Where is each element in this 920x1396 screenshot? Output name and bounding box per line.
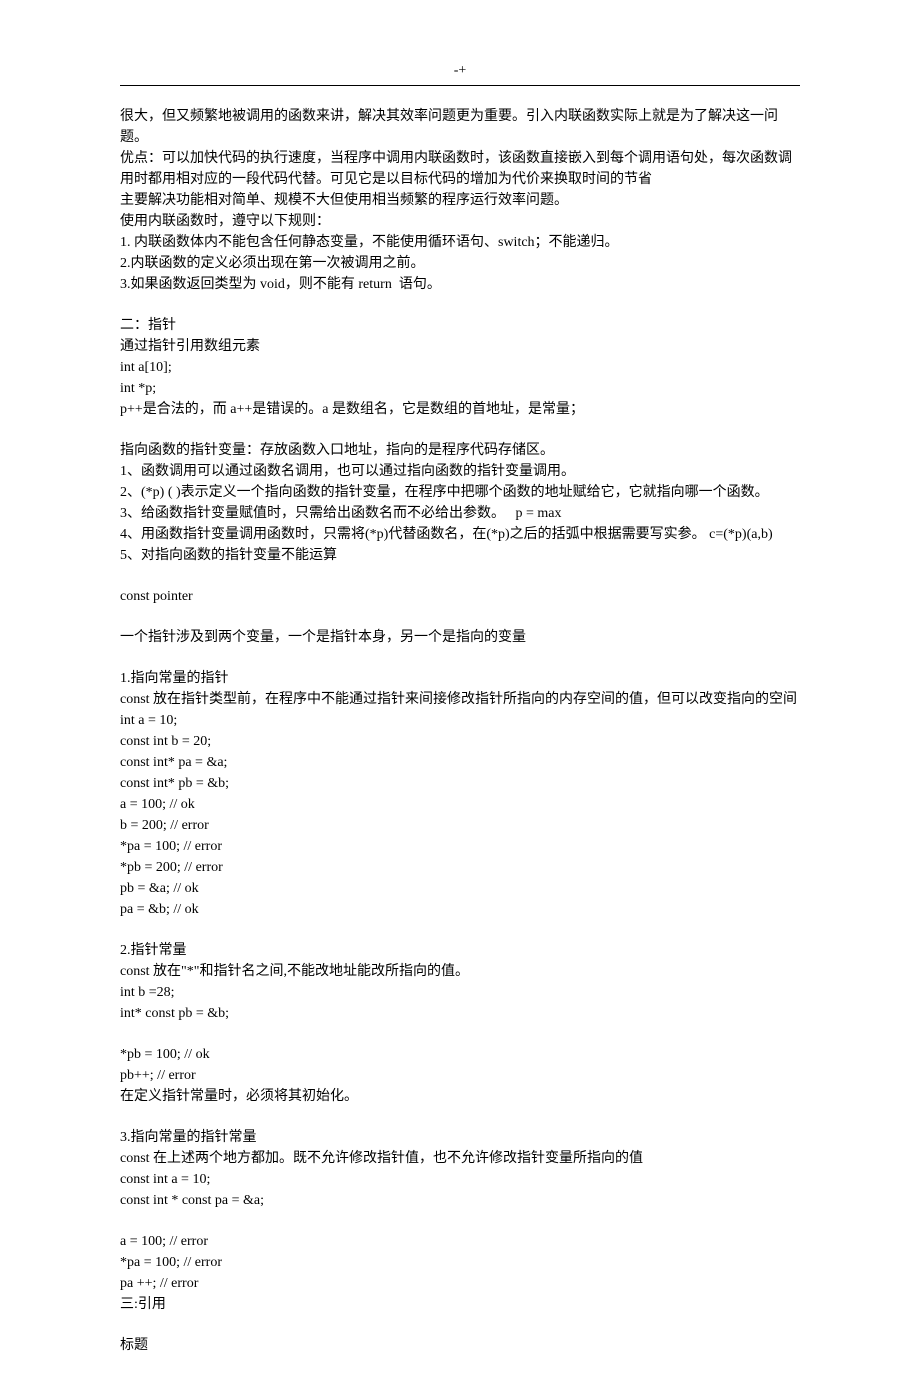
code-line: a = 100; // ok xyxy=(120,794,800,815)
subsection-heading: 3.指向常量的指针常量 xyxy=(120,1127,800,1148)
code-line: const int* pa = &a; xyxy=(120,752,800,773)
section-heading: const pointer xyxy=(120,586,800,607)
code-line: int a[10]; xyxy=(120,357,800,378)
code-line: *pa = 100; // error xyxy=(120,836,800,857)
section-heading: 二：指针 xyxy=(120,315,800,336)
code-line: const int* pb = &b; xyxy=(120,773,800,794)
body-text: const 放在指针类型前，在程序中不能通过指针来间接修改指针所指向的内存空间的… xyxy=(120,689,800,710)
subsection-heading: 2.指针常量 xyxy=(120,940,800,961)
code-line: pb = &a; // ok xyxy=(120,878,800,899)
list-item: 1、函数调用可以通过函数名调用，也可以通过指向函数的指针变量调用。 xyxy=(120,461,800,482)
footer-text: 标题 xyxy=(120,1335,800,1356)
document-page: -+ 很大，但又频繁地被调用的函数来讲，解决其效率问题更为重要。引入内联函数实际… xyxy=(0,0,920,1396)
list-item: 5、对指向函数的指针变量不能运算 xyxy=(120,545,800,566)
code-line: pa ++; // error xyxy=(120,1273,800,1294)
list-item: 3、给函数指针变量赋值时，只需给出函数名而不必给出参数。 p = max xyxy=(120,503,800,524)
list-item: 2、(*p) ( )表示定义一个指向函数的指针变量，在程序中把哪个函数的地址赋给… xyxy=(120,482,800,503)
subsection-heading: 1.指向常量的指针 xyxy=(120,668,800,689)
body-text: const 在上述两个地方都加。既不允许修改指针值，也不允许修改指针变量所指向的… xyxy=(120,1148,800,1169)
body-text: 通过指针引用数组元素 xyxy=(120,336,800,357)
code-line: int a = 10; xyxy=(120,710,800,731)
code-line: int* const pb = &b; xyxy=(120,1003,800,1024)
code-line: int b =28; xyxy=(120,982,800,1003)
list-item: 1. 内联函数体内不能包含任何静态变量，不能使用循环语句、switch；不能递归… xyxy=(120,232,800,253)
body-text: const 放在"*"和指针名之间,不能改地址能改所指向的值。 xyxy=(120,961,800,982)
body-text: 在定义指针常量时，必须将其初始化。 xyxy=(120,1086,800,1107)
body-text: p++是合法的，而 a++是错误的。a 是数组名，它是数组的首地址，是常量； xyxy=(120,399,800,420)
code-line: pa = &b; // ok xyxy=(120,899,800,920)
code-line: const int a = 10; xyxy=(120,1169,800,1190)
code-line: *pb = 100; // ok xyxy=(120,1044,800,1065)
body-text: 优点：可以加快代码的执行速度，当程序中调用内联函数时，该函数直接嵌入到每个调用语… xyxy=(120,148,800,190)
code-line: int *p; xyxy=(120,378,800,399)
body-text: 很大，但又频繁地被调用的函数来讲，解决其效率问题更为重要。引入内联函数实际上就是… xyxy=(120,106,800,148)
body-text: 主要解决功能相对简单、规模不大但使用相当频繁的程序运行效率问题。 xyxy=(120,190,800,211)
section-heading: 三:引用 xyxy=(120,1294,800,1315)
code-line: const int * const pa = &a; xyxy=(120,1190,800,1211)
list-item: 4、用函数指针变量调用函数时，只需将(*p)代替函数名，在(*p)之后的括弧中根… xyxy=(120,524,800,545)
code-line: a = 100; // error xyxy=(120,1231,800,1252)
code-line: const int b = 20; xyxy=(120,731,800,752)
body-text: 指向函数的指针变量：存放函数入口地址，指向的是程序代码存储区。 xyxy=(120,440,800,461)
code-line: *pa = 100; // error xyxy=(120,1252,800,1273)
code-line: b = 200; // error xyxy=(120,815,800,836)
list-item: 3.如果函数返回类型为 void，则不能有 return 语句。 xyxy=(120,274,800,295)
body-text: 一个指针涉及到两个变量，一个是指针本身，另一个是指向的变量 xyxy=(120,627,800,648)
code-line: pb++; // error xyxy=(120,1065,800,1086)
code-line: *pb = 200; // error xyxy=(120,857,800,878)
page-header: -+ xyxy=(120,60,800,86)
body-text: 使用内联函数时，遵守以下规则： xyxy=(120,211,800,232)
list-item: 2.内联函数的定义必须出现在第一次被调用之前。 xyxy=(120,253,800,274)
